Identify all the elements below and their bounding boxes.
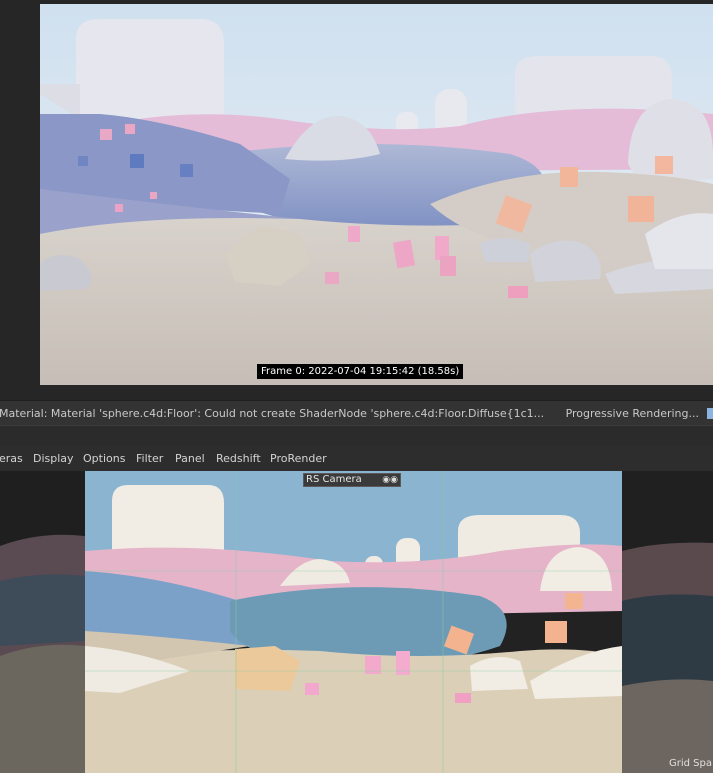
progress-text: Progressive Rendering... (565, 407, 699, 420)
panel-divider[interactable] (0, 426, 713, 446)
viewport-3d[interactable]: RS Camera ◉◉ Grid Spa (0, 471, 713, 773)
menu-filter[interactable]: Filter (136, 452, 163, 465)
render-panel: Frame 0: 2022-07-04 19:15:42 (18.58s) (0, 0, 713, 400)
render-image[interactable] (40, 4, 713, 385)
viewport-menu-bar: eras Display Options Filter Panel Redshi… (0, 446, 713, 471)
progress-indicator (707, 408, 713, 419)
status-bar: Material: Material 'sphere.c4d:Floor': C… (0, 400, 713, 426)
menu-options[interactable]: Options (83, 452, 125, 465)
status-message: Material: Material 'sphere.c4d:Floor': C… (0, 407, 545, 420)
grid-spacing-label: Grid Spa (669, 758, 712, 769)
menu-display[interactable]: Display (33, 452, 74, 465)
menu-cameras[interactable]: eras (0, 452, 23, 465)
menu-panel[interactable]: Panel (175, 452, 205, 465)
viewport-scene (0, 471, 713, 773)
rendered-scene (40, 4, 713, 385)
menu-redshift[interactable]: Redshift (216, 452, 261, 465)
camera-icon: ◉◉ (382, 475, 398, 485)
menu-prorender[interactable]: ProRender (270, 452, 327, 465)
frame-info-label: Frame 0: 2022-07-04 19:15:42 (18.58s) (257, 364, 464, 379)
camera-label: RS Camera (306, 474, 362, 485)
camera-selector[interactable]: RS Camera ◉◉ (303, 473, 401, 487)
